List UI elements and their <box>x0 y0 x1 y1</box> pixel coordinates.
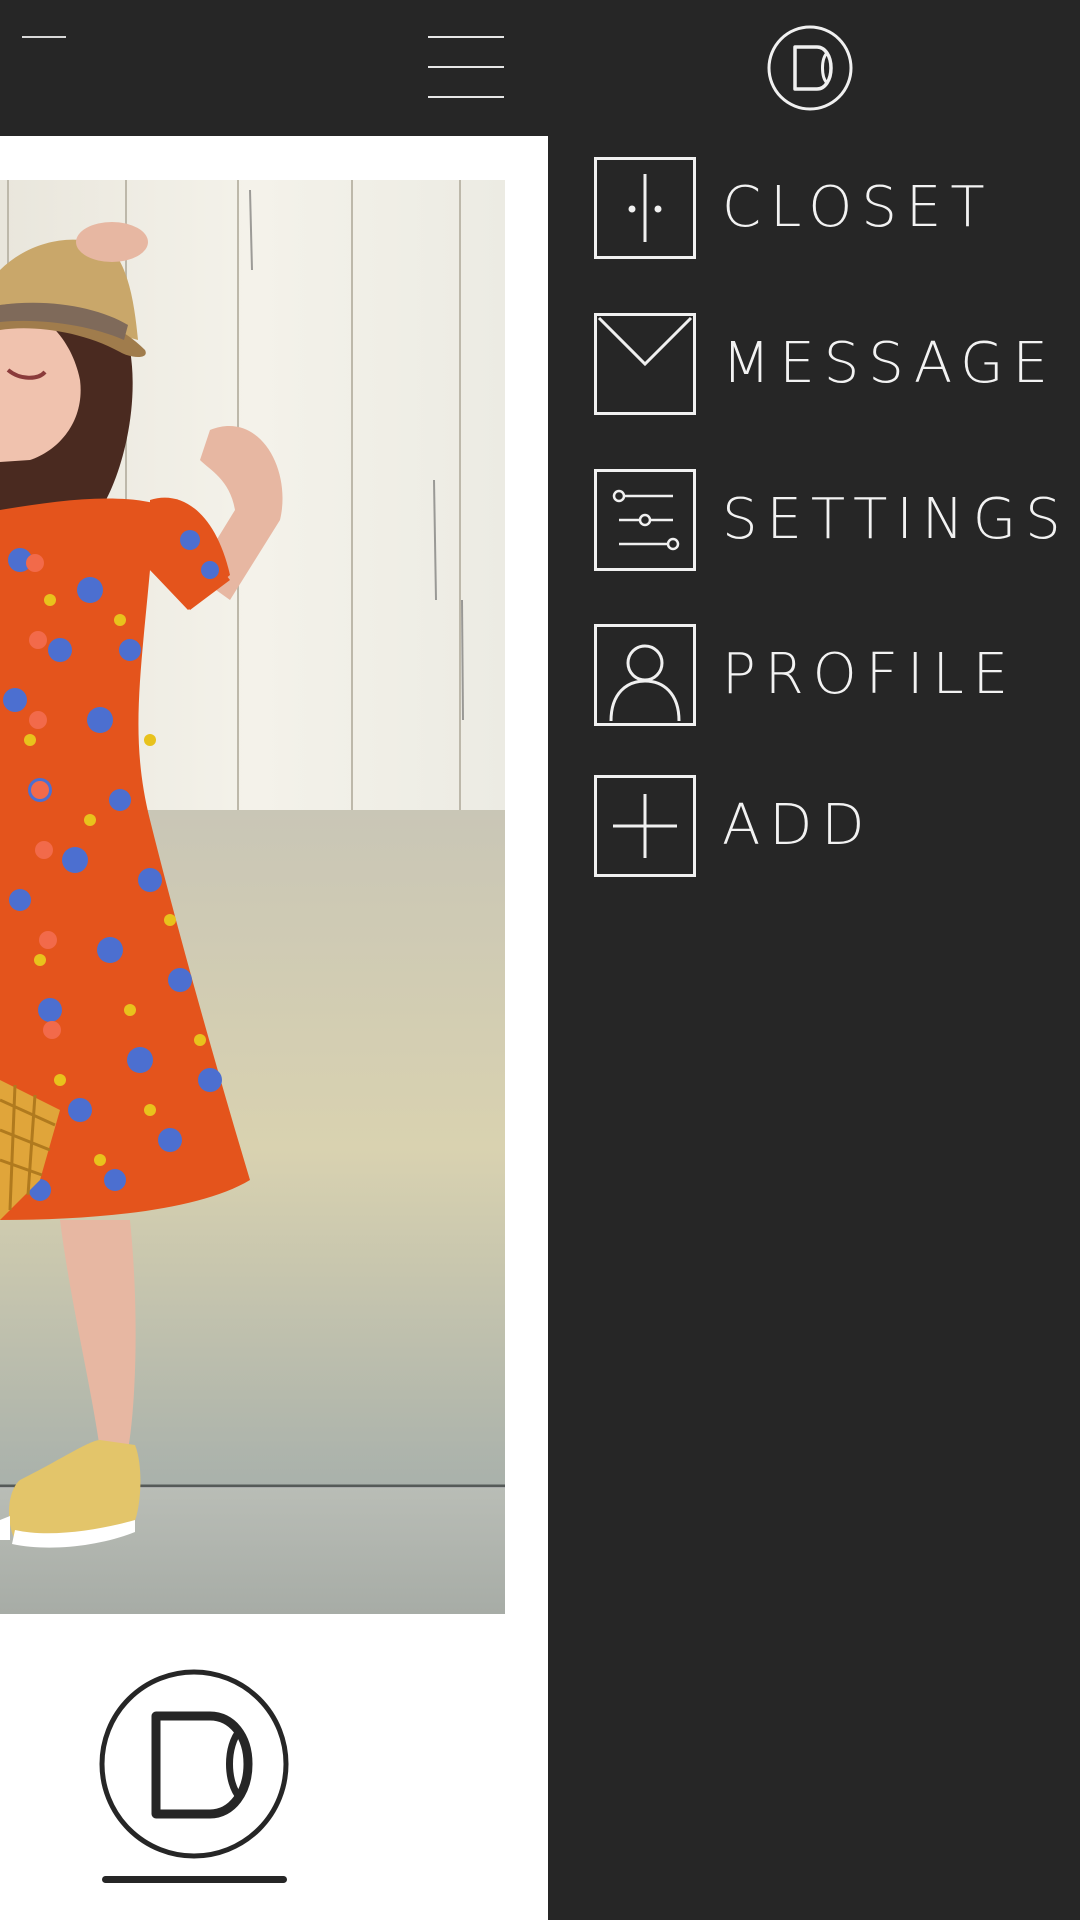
app-screen: CLOSET MESSAGE SETTINGS PROFILE ADD <box>0 0 1080 1920</box>
menu-item-add[interactable]: ADD <box>594 774 874 878</box>
menu-item-profile[interactable]: PROFILE <box>594 623 1017 727</box>
sliders-icon <box>594 469 696 571</box>
menu-item-label: CLOSET <box>722 175 994 240</box>
top-bar <box>0 0 1080 136</box>
menu-item-label: SETTINGS <box>722 487 1070 552</box>
menu-item-settings[interactable]: SETTINGS <box>594 468 1070 572</box>
hamburger-menu-button[interactable] <box>428 36 504 98</box>
outfit-photo[interactable] <box>0 180 505 1614</box>
closet-icon <box>594 157 696 259</box>
menu-item-label: PROFILE <box>722 642 1018 707</box>
hamburger-line <box>428 96 504 98</box>
d-logo-icon[interactable] <box>767 25 853 111</box>
plus-icon <box>594 775 696 877</box>
active-indicator <box>102 1876 287 1883</box>
menu-item-message[interactable]: MESSAGE <box>594 312 1057 416</box>
hamburger-line <box>428 66 504 68</box>
content-panel <box>0 136 548 1920</box>
side-menu: CLOSET MESSAGE SETTINGS PROFILE ADD <box>548 136 1080 1920</box>
menu-item-closet[interactable]: CLOSET <box>594 156 994 260</box>
d-logo-icon[interactable] <box>98 1668 290 1860</box>
menu-item-label: ADD <box>722 793 874 858</box>
minus-icon[interactable] <box>22 36 66 38</box>
hamburger-line <box>428 36 504 38</box>
user-icon <box>594 624 696 726</box>
envelope-icon <box>594 313 696 415</box>
menu-item-label: MESSAGE <box>722 331 1057 396</box>
